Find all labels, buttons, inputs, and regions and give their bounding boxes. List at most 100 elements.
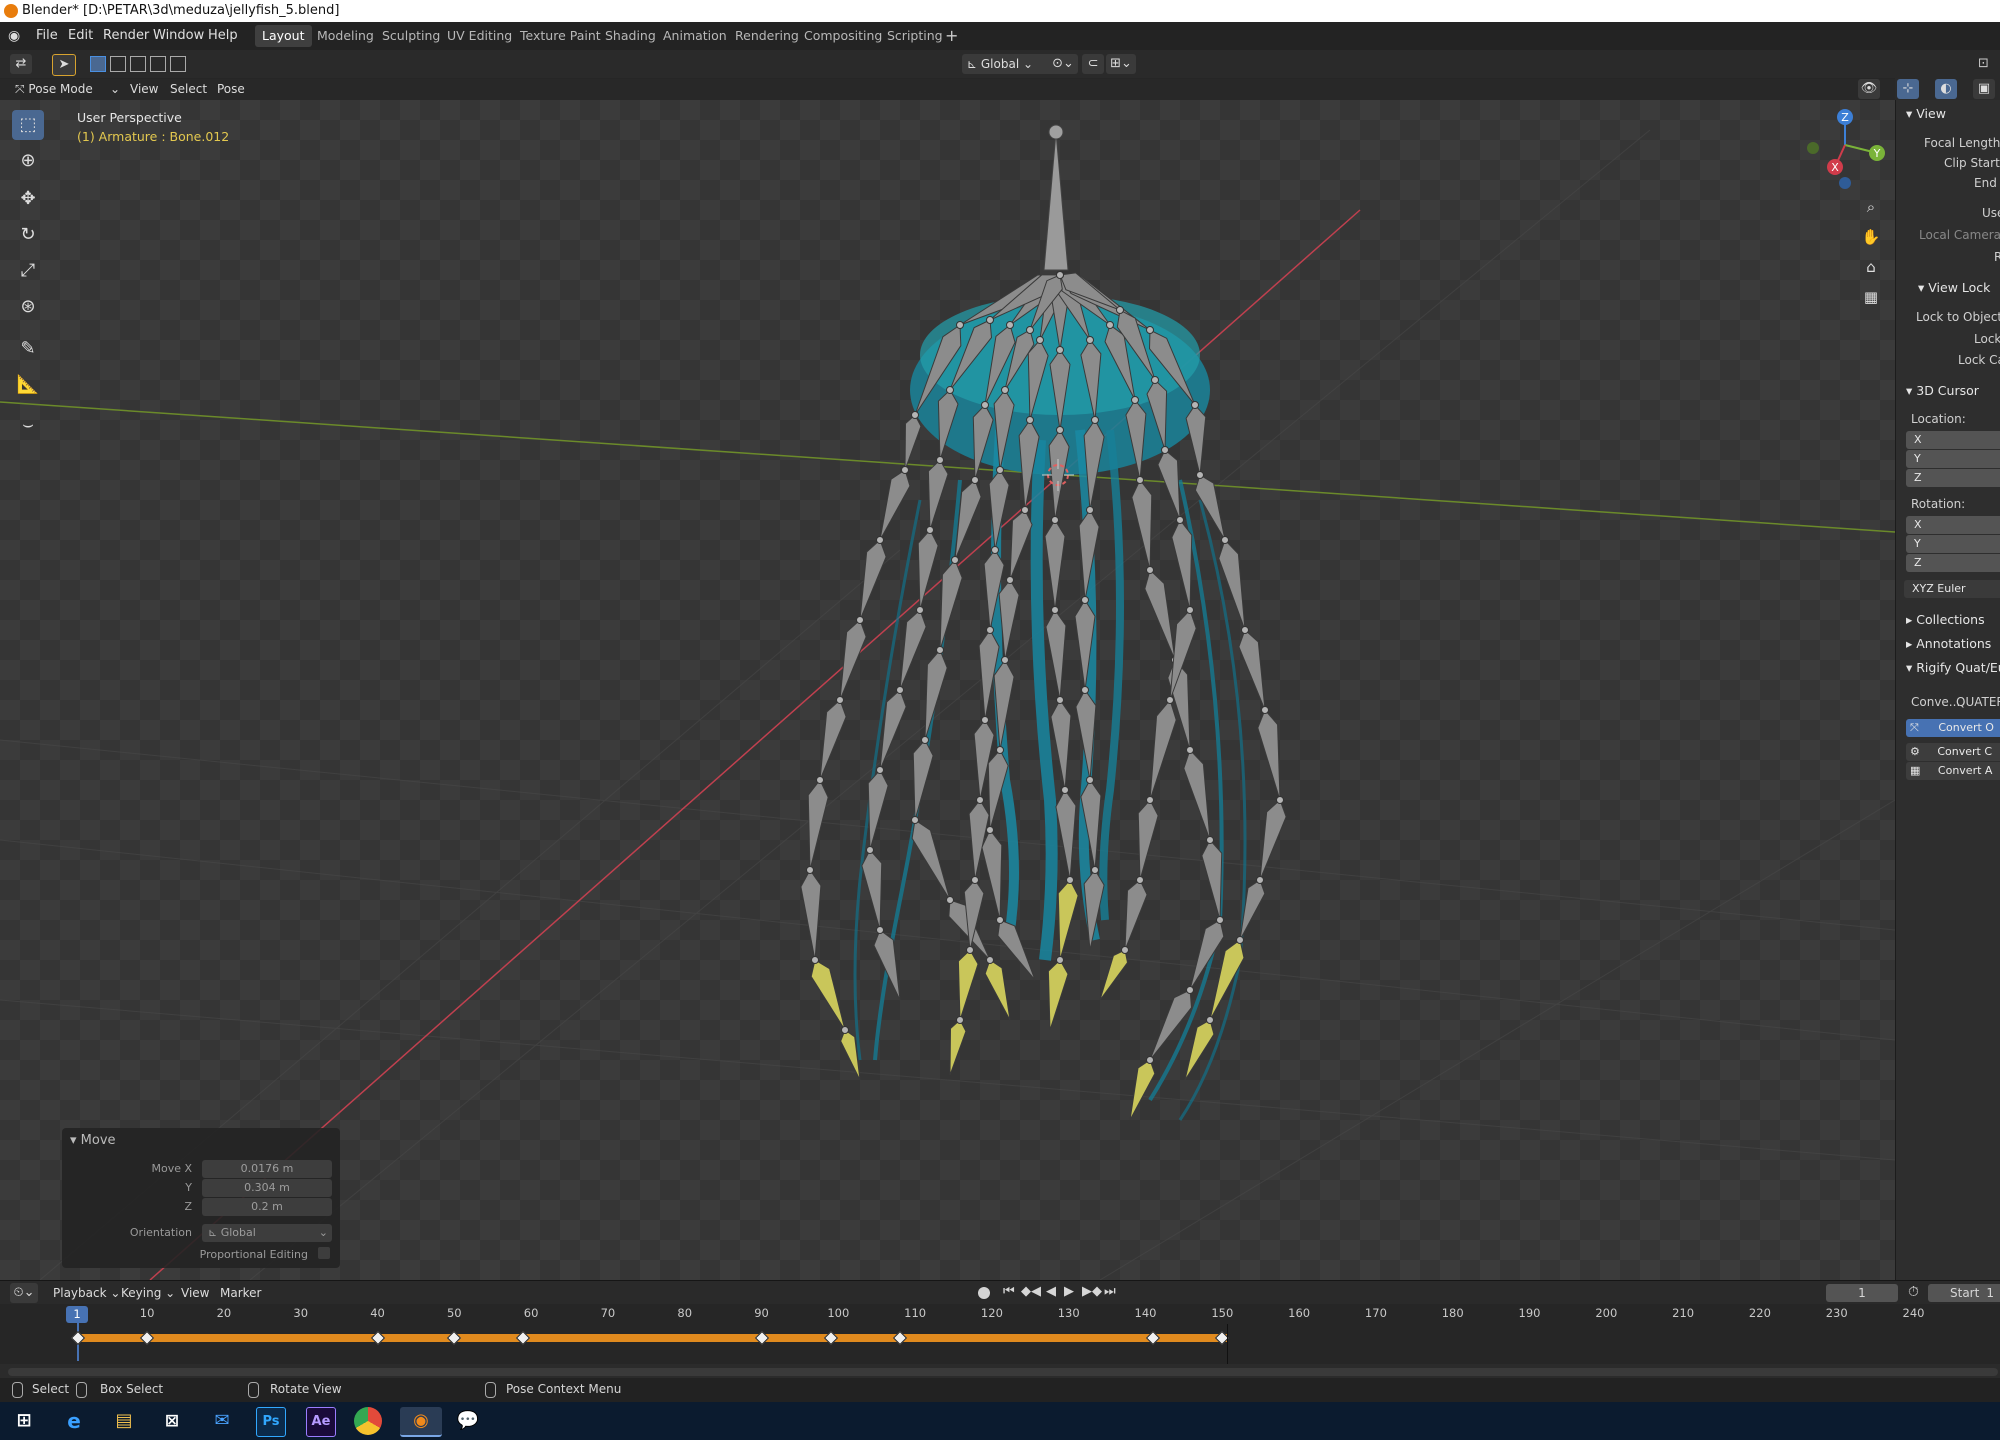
gizmo-toggle-icon[interactable]: ⊹: [1897, 79, 1919, 99]
photoshop-icon[interactable]: Ps: [256, 1407, 286, 1437]
select-new-icon[interactable]: [90, 56, 106, 72]
menu-help[interactable]: Help: [202, 26, 244, 46]
timeline-scrollbar[interactable]: [8, 1368, 1998, 1376]
chat-icon[interactable]: 💬: [454, 1407, 482, 1435]
3d-viewport[interactable]: Z Y X User Perspective (1) Armature : Bo…: [0, 100, 1895, 1280]
maximize-area-icon[interactable]: ⊡: [1978, 56, 1989, 71]
keyframe-diamond[interactable]: [447, 1330, 462, 1346]
keyframe-diamond[interactable]: [892, 1330, 907, 1346]
add-workspace-icon[interactable]: +: [945, 26, 958, 45]
play-icon[interactable]: ▶: [1064, 1284, 1074, 1299]
keyframe-diamond[interactable]: [370, 1330, 385, 1346]
tab-texture-paint[interactable]: Texture Paint: [513, 25, 608, 47]
windows-start-icon[interactable]: ⊞: [10, 1407, 38, 1435]
convert-mode-value[interactable]: QUATERN: [1956, 695, 2000, 709]
snap-target-icon[interactable]: ⊞⌄: [1106, 54, 1136, 74]
next-keyframe-icon[interactable]: ▶◆: [1082, 1284, 1102, 1299]
menu-pose[interactable]: Pose: [212, 79, 250, 99]
move-y-field[interactable]: 0.304 m: [202, 1179, 332, 1197]
move-panel-header[interactable]: ▾ Move: [70, 1133, 116, 1148]
playback-menu[interactable]: Playback ⌄: [48, 1283, 125, 1303]
cursor-tool[interactable]: ⊕: [12, 146, 44, 176]
timeline-view-menu[interactable]: View: [176, 1283, 214, 1303]
visibility-icon[interactable]: 👁: [1858, 79, 1880, 99]
3d-cursor-header[interactable]: ▾ 3D Cursor: [1906, 383, 1979, 398]
rotation-mode-dropdown[interactable]: XYZ Euler: [1904, 580, 2000, 598]
start-frame-field[interactable]: Start 1: [1928, 1284, 2000, 1302]
keyframe-diamond[interactable]: [1146, 1330, 1161, 1346]
mail-icon[interactable]: ✉: [208, 1407, 236, 1435]
snap-icon[interactable]: ⊂: [1082, 54, 1104, 74]
annotate-tool[interactable]: ✎: [12, 334, 44, 364]
tab-modeling[interactable]: Modeling: [310, 25, 381, 47]
select-mode-icons[interactable]: [90, 56, 186, 72]
mode-dropdown[interactable]: ⤧ Pose Mode ⌄: [10, 79, 125, 99]
tab-uv-editing[interactable]: UV Editing: [440, 25, 519, 47]
edge-icon[interactable]: e: [60, 1407, 88, 1435]
move-z-field[interactable]: 0.2 m: [202, 1198, 332, 1216]
tab-layout[interactable]: Layout: [255, 25, 312, 47]
select-intersect-icon[interactable]: [170, 56, 186, 72]
tab-compositing[interactable]: Compositing: [797, 25, 889, 47]
menu-select[interactable]: Select: [165, 79, 212, 99]
after-effects-icon[interactable]: Ae: [306, 1407, 336, 1437]
cursor-rotation-y-field[interactable]: Y: [1906, 535, 2000, 553]
keying-menu[interactable]: Keying ⌄: [116, 1283, 180, 1303]
relax-tool[interactable]: ⌣: [12, 410, 44, 440]
jump-end-icon[interactable]: ⏭: [1104, 1284, 1116, 1299]
timeline-area[interactable]: 10 20 30 40 50 60 70 80 90 100 110 120 130 140 150 160 1…: [0, 1304, 2000, 1364]
menu-view[interactable]: View: [125, 79, 163, 99]
cursor-rotation-z-field[interactable]: Z: [1906, 554, 2000, 572]
menu-edit[interactable]: Edit: [62, 26, 99, 46]
annotations-header[interactable]: ▸ Annotations: [1906, 636, 1991, 651]
pivot-point-icon[interactable]: ⊙⌄: [1048, 54, 1078, 74]
marker-menu[interactable]: Marker: [215, 1283, 266, 1303]
tab-sculpting[interactable]: Sculpting: [375, 25, 447, 47]
move-tool[interactable]: ✥: [12, 184, 44, 214]
editor-type-icon[interactable]: ⇄: [10, 54, 32, 74]
collections-header[interactable]: ▸ Collections: [1906, 612, 1985, 627]
menu-window[interactable]: Window: [147, 26, 210, 46]
prev-keyframe-icon[interactable]: ◆◀: [1021, 1284, 1041, 1299]
convert-current-button[interactable]: ⚙ Convert C: [1906, 743, 2000, 761]
keyframe-diamond[interactable]: [754, 1330, 769, 1346]
keyframe-diamond[interactable]: [823, 1330, 838, 1346]
measure-tool[interactable]: 📐: [12, 370, 44, 400]
keyframe-diamond[interactable]: [516, 1330, 531, 1346]
chrome-icon[interactable]: [354, 1407, 382, 1435]
rigify-header[interactable]: ▾ Rigify Quat/Eul: [1906, 660, 2000, 675]
current-frame-field[interactable]: 1: [1826, 1284, 1898, 1302]
cursor-location-x-field[interactable]: X: [1906, 431, 2000, 449]
cursor-location-y-field[interactable]: Y: [1906, 450, 2000, 468]
tab-scripting[interactable]: Scripting: [880, 25, 950, 47]
viewport-shading-icons[interactable]: ⊹ ◐ ▣: [1895, 78, 2000, 100]
rotate-tool[interactable]: ↻: [12, 220, 44, 250]
orientation-dropdown[interactable]: ⊾ Global ⌄: [202, 1224, 332, 1242]
view-lock-header[interactable]: ▾ View Lock: [1918, 280, 1990, 295]
select-extend-icon[interactable]: [110, 56, 126, 72]
sidebar-view-header[interactable]: ▾ View: [1906, 106, 1946, 121]
tab-shading[interactable]: Shading: [598, 25, 663, 47]
cursor-rotation-x-field[interactable]: X: [1906, 516, 2000, 534]
keyframe-diamond[interactable]: [70, 1330, 86, 1346]
play-reverse-icon[interactable]: ◀: [1046, 1284, 1056, 1299]
overlay-toggle-icon[interactable]: ◐: [1935, 79, 1957, 99]
timeline-editor-icon[interactable]: ⏲⌄: [10, 1283, 38, 1303]
record-button[interactable]: [978, 1287, 990, 1299]
select-tool-icon[interactable]: ➤: [52, 54, 76, 76]
select-box-tool[interactable]: ⬚: [12, 110, 44, 140]
store-icon[interactable]: ⊠: [158, 1407, 186, 1435]
select-invert-icon[interactable]: [150, 56, 166, 72]
xray-toggle-icon[interactable]: ▣: [1973, 79, 1995, 99]
transform-orientation-dropdown[interactable]: ⊾ Global ⌄: [962, 54, 1054, 74]
preview-range-icon[interactable]: ⏱: [1908, 1284, 1919, 1300]
pan-hand-icon[interactable]: ✋: [1858, 224, 1884, 250]
menu-file[interactable]: File: [30, 26, 64, 46]
file-explorer-icon[interactable]: ▤: [110, 1407, 138, 1435]
keyframe-diamond[interactable]: [140, 1330, 155, 1346]
proportional-editing-checkbox[interactable]: [318, 1247, 330, 1259]
blender-taskbar-icon[interactable]: ◉: [400, 1407, 442, 1437]
transform-tool[interactable]: ⊛: [12, 292, 44, 322]
cursor-location-z-field[interactable]: Z: [1906, 469, 2000, 487]
select-subtract-icon[interactable]: [130, 56, 146, 72]
